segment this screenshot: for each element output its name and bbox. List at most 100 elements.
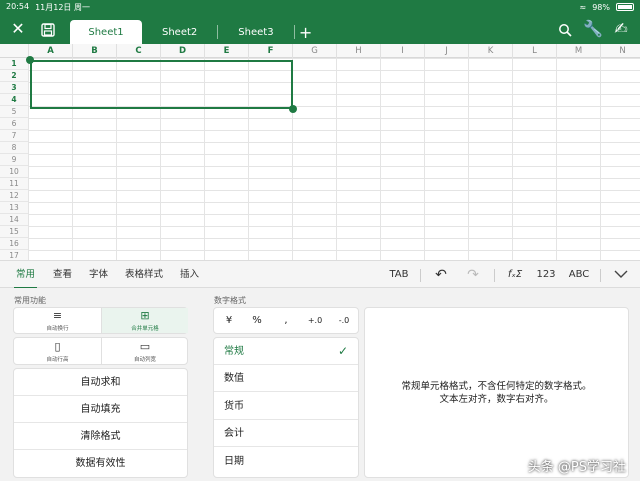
row-header[interactable]: 16	[0, 238, 28, 250]
check-icon: ✓	[337, 344, 348, 358]
text-keyboard-button[interactable]: ABC	[566, 261, 592, 289]
column-header[interactable]: F	[248, 44, 292, 58]
percent-format-button[interactable]: %	[243, 308, 271, 334]
cell-selection[interactable]	[30, 60, 293, 109]
column-header[interactable]: D	[160, 44, 204, 58]
row-header[interactable]: 7	[0, 130, 28, 142]
auto-col-width-button[interactable]: ▭ 自动列宽	[102, 338, 188, 364]
pen-icon[interactable]: ✍	[608, 14, 634, 44]
common-functions-title: 常用功能	[14, 296, 46, 305]
row-header[interactable]: 17	[0, 250, 28, 260]
row-header[interactable]: 11	[0, 178, 28, 190]
auto-col-width-label: 自动列宽	[133, 356, 156, 363]
wrap-text-button[interactable]: ≡ 自动换行	[14, 308, 101, 333]
row-header[interactable]: 12	[0, 190, 28, 202]
row-header[interactable]: 8	[0, 142, 28, 154]
description-line-1: 常规单元格格式，不含任何特定的数字格式。	[401, 380, 592, 392]
battery-icon	[616, 3, 634, 11]
status-time: 20:54	[6, 1, 30, 11]
column-header[interactable]: K	[468, 44, 512, 58]
auto-row-height-button[interactable]: ▯ 自动行高	[14, 338, 101, 364]
format-symbols-bar: ¥ % , +.0 -.0	[213, 307, 359, 334]
ribbon-divider	[420, 269, 421, 282]
ribbon-tab-view[interactable]: 查看	[53, 261, 72, 289]
format-currency-item[interactable]: 货币	[214, 393, 358, 420]
column-header[interactable]: L	[512, 44, 556, 58]
row-header[interactable]: 13	[0, 202, 28, 214]
format-description: 常规单元格格式，不含任何特定的数字格式。 文本左对齐，数字右对齐。	[365, 308, 628, 477]
auto-size-group: ▯ 自动行高 ▭ 自动列宽	[13, 337, 188, 365]
row-header[interactable]: 1	[0, 58, 28, 70]
row-header[interactable]: 3	[0, 82, 28, 94]
format-description-box: 常规单元格格式，不含任何特定的数字格式。 文本左对齐，数字右对齐。	[364, 307, 629, 478]
row-header[interactable]: 14	[0, 214, 28, 226]
selection-handle-bottom-right[interactable]	[289, 105, 297, 113]
selection-handle-top-left[interactable]	[26, 56, 34, 64]
merge-cells-button[interactable]: ⊞ 合并单元格	[102, 308, 188, 333]
ribbon-divider	[600, 269, 601, 282]
app-toolbar: ✕ Sheet1 Sheet2 Sheet3 + 🔧 ✍	[0, 14, 640, 44]
sheet-tabs: Sheet1 Sheet2 Sheet3 +	[70, 20, 317, 44]
undo-icon[interactable]: ↶	[430, 261, 452, 289]
row-header[interactable]: 6	[0, 118, 28, 130]
data-validation-button[interactable]: 数据有效性	[14, 450, 187, 477]
column-header[interactable]: A	[28, 44, 72, 58]
number-format-title: 数字格式	[214, 296, 246, 305]
row-header[interactable]: 10	[0, 166, 28, 178]
row-height-icon: ▯	[54, 339, 61, 353]
row-header[interactable]: 2	[0, 70, 28, 82]
column-header[interactable]: E	[204, 44, 248, 58]
thousands-separator-button[interactable]: ,	[272, 308, 300, 334]
currency-format-button[interactable]: ¥	[215, 308, 243, 334]
column-header[interactable]: J	[424, 44, 468, 58]
ribbon-tab-font[interactable]: 字体	[89, 261, 108, 289]
merge-cells-label: 合并单元格	[131, 326, 159, 332]
format-type-list: 常规 ✓ 数值 货币 会计 日期	[213, 337, 359, 478]
autofill-button[interactable]: 自动填充	[14, 396, 187, 423]
format-accounting-item[interactable]: 会计	[214, 420, 358, 447]
battery-percent: 98%	[592, 2, 610, 12]
column-header[interactable]: C	[116, 44, 160, 58]
status-bar: 20:54 11月12日 周一 ≈ 98%	[0, 0, 640, 14]
increase-decimal-button[interactable]: +.0	[301, 308, 329, 334]
format-number-item[interactable]: 数值	[214, 365, 358, 392]
search-icon[interactable]	[552, 14, 578, 44]
column-header[interactable]: B	[72, 44, 116, 58]
column-header[interactable]: I	[380, 44, 424, 58]
column-header[interactable]: N	[600, 44, 640, 58]
format-date-item[interactable]: 日期	[214, 448, 358, 475]
autosum-button[interactable]: 自动求和	[14, 369, 187, 396]
function-list: 自动求和 自动填充 清除格式 数据有效性	[13, 368, 188, 478]
decrease-decimal-button[interactable]: -.0	[330, 308, 358, 334]
description-line-2: 文本左对齐，数字右对齐。	[439, 393, 554, 405]
chevron-down-icon[interactable]	[610, 261, 632, 289]
column-header[interactable]: G	[292, 44, 336, 58]
row-header[interactable]: 5	[0, 106, 28, 118]
row-header[interactable]: 9	[0, 154, 28, 166]
ribbon-tab-insert[interactable]: 插入	[180, 261, 199, 289]
function-button[interactable]: fₓΣ	[502, 261, 528, 289]
wrap-text-label: 自动换行	[46, 326, 69, 332]
ribbon-tab-home[interactable]: 常用	[13, 261, 38, 289]
column-header[interactable]: H	[336, 44, 380, 58]
ribbon-divider	[494, 269, 495, 282]
tab-key-button[interactable]: TAB	[386, 261, 412, 289]
ribbon-bar: 常用 查看 字体 表格样式 插入 TAB ↶ ↷ fₓΣ 123 ABC	[0, 260, 640, 289]
numeric-keyboard-button[interactable]: 123	[534, 261, 558, 289]
save-icon[interactable]	[35, 14, 61, 44]
tab-sheet2[interactable]: Sheet2	[142, 20, 217, 44]
wrench-icon[interactable]: 🔧	[580, 14, 606, 44]
row-header[interactable]: 4	[0, 94, 28, 106]
merge-cells-icon: ⊞	[140, 309, 150, 322]
ribbon-tab-table-style[interactable]: 表格样式	[125, 261, 163, 289]
format-panel: 常用功能 ≡ 自动换行 ⊞ 合并单元格 ▯ 自动行高 ▭ 自动列宽 自动求和 自…	[0, 288, 640, 481]
column-header[interactable]: M	[556, 44, 600, 58]
clear-format-button[interactable]: 清除格式	[14, 423, 187, 450]
format-general-item[interactable]: 常规 ✓	[214, 338, 358, 365]
redo-icon[interactable]: ↷	[462, 261, 484, 289]
close-icon[interactable]: ✕	[5, 14, 31, 44]
add-sheet-button[interactable]: +	[295, 23, 317, 42]
tab-sheet3[interactable]: Sheet3	[218, 20, 293, 44]
tab-sheet1[interactable]: Sheet1	[70, 20, 142, 44]
row-header[interactable]: 15	[0, 226, 28, 238]
